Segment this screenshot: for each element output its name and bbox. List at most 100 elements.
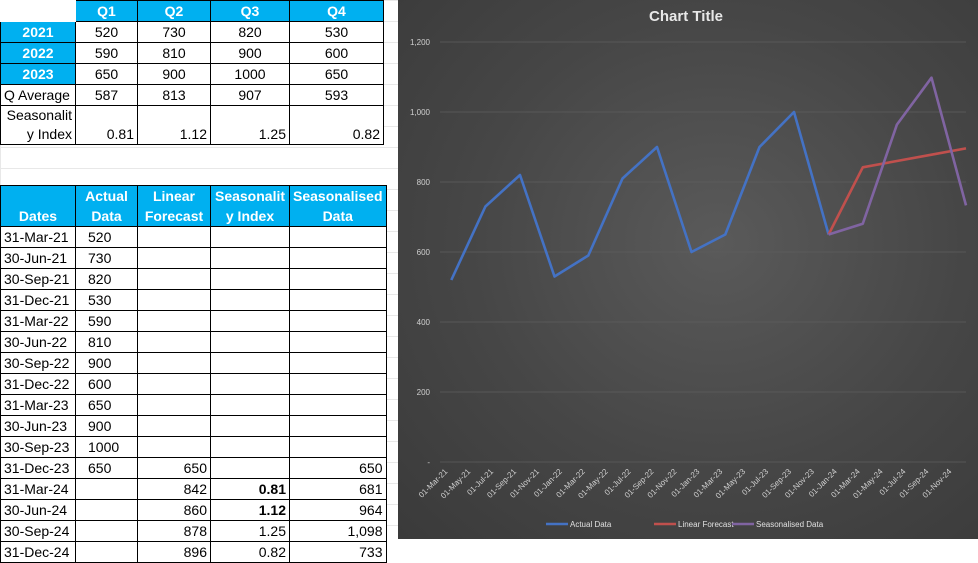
date-cell[interactable]: 30-Jun-21: [0, 247, 76, 269]
date-cell[interactable]: 30-Jun-23: [0, 415, 76, 437]
value-cell[interactable]: 900: [75, 352, 138, 374]
value-cell[interactable]: 1.25: [210, 520, 290, 542]
summary-cell[interactable]: 810: [137, 42, 211, 64]
year-label[interactable]: 2021: [0, 21, 76, 43]
value-cell[interactable]: 590: [75, 310, 138, 332]
value-cell[interactable]: 520: [75, 226, 138, 248]
value-cell[interactable]: [210, 268, 290, 290]
forecast-header-cell[interactable]: Dates: [0, 185, 76, 227]
date-cell[interactable]: 31-Mar-23: [0, 394, 76, 416]
quarter-header-q3[interactable]: Q3: [210, 0, 290, 22]
series-line-linear-forecast[interactable]: [827, 147, 967, 236]
date-cell[interactable]: 30-Sep-24: [0, 520, 76, 542]
value-cell[interactable]: [137, 352, 211, 374]
summary-cell[interactable]: 0.82: [289, 105, 384, 145]
date-cell[interactable]: 31-Mar-22: [0, 310, 76, 332]
row-label[interactable]: Seasonalit y Index: [0, 105, 76, 145]
value-cell[interactable]: [137, 331, 211, 353]
value-cell[interactable]: 530: [75, 289, 138, 311]
value-cell[interactable]: 878: [137, 520, 211, 542]
summary-cell[interactable]: 650: [289, 63, 384, 85]
summary-cell[interactable]: 590: [75, 42, 138, 64]
date-cell[interactable]: 31-Mar-21: [0, 226, 76, 248]
value-cell[interactable]: [75, 499, 138, 521]
value-cell[interactable]: [137, 373, 211, 395]
value-cell[interactable]: [137, 436, 211, 458]
value-cell[interactable]: 733: [289, 541, 387, 563]
value-cell[interactable]: [210, 247, 290, 269]
value-cell[interactable]: [289, 436, 387, 458]
summary-cell[interactable]: 530: [289, 21, 384, 43]
value-cell[interactable]: 650: [75, 394, 138, 416]
value-cell[interactable]: [210, 331, 290, 353]
value-cell[interactable]: [289, 373, 387, 395]
quarter-header-q1[interactable]: Q1: [75, 0, 138, 22]
year-label[interactable]: 2022: [0, 42, 76, 64]
legend-label[interactable]: Actual Data: [570, 520, 612, 529]
legend-label[interactable]: Linear Forecast: [678, 520, 734, 529]
date-cell[interactable]: 31-Dec-24: [0, 541, 76, 563]
value-cell[interactable]: 1.12: [210, 499, 290, 521]
summary-cell[interactable]: 900: [137, 63, 211, 85]
value-cell[interactable]: [289, 331, 387, 353]
value-cell[interactable]: [210, 226, 290, 248]
value-cell[interactable]: 650: [289, 457, 387, 479]
value-cell[interactable]: [210, 394, 290, 416]
quarter-header-q2[interactable]: Q2: [137, 0, 211, 22]
value-cell[interactable]: [289, 415, 387, 437]
date-cell[interactable]: 30-Jun-22: [0, 331, 76, 353]
summary-cell[interactable]: 650: [75, 63, 138, 85]
quarter-header-q4[interactable]: Q4: [289, 0, 384, 22]
value-cell[interactable]: 0.81: [210, 478, 290, 500]
date-cell[interactable]: 31-Mar-24: [0, 478, 76, 500]
summary-cell[interactable]: 900: [210, 42, 290, 64]
forecast-header-cell[interactable]: Seasonalised Data: [289, 185, 387, 227]
value-cell[interactable]: [210, 373, 290, 395]
value-cell[interactable]: [289, 352, 387, 374]
value-cell[interactable]: 900: [75, 415, 138, 437]
value-cell[interactable]: [137, 415, 211, 437]
value-cell[interactable]: [289, 394, 387, 416]
value-cell[interactable]: 681: [289, 478, 387, 500]
row-label[interactable]: Q Average: [0, 84, 76, 106]
value-cell[interactable]: 842: [137, 478, 211, 500]
value-cell[interactable]: [210, 352, 290, 374]
value-cell[interactable]: [289, 268, 387, 290]
value-cell[interactable]: [137, 268, 211, 290]
series-line-seasonalised-data[interactable]: [828, 76, 968, 236]
corner-cell[interactable]: [0, 0, 76, 22]
value-cell[interactable]: 650: [137, 457, 211, 479]
summary-cell[interactable]: 1000: [210, 63, 290, 85]
chart-title[interactable]: Chart Title: [649, 8, 723, 25]
value-cell[interactable]: [75, 478, 138, 500]
value-cell[interactable]: [137, 226, 211, 248]
date-cell[interactable]: 30-Sep-23: [0, 436, 76, 458]
value-cell[interactable]: 810: [75, 331, 138, 353]
summary-cell[interactable]: 587: [75, 84, 138, 106]
value-cell[interactable]: [210, 436, 290, 458]
date-cell[interactable]: 30-Jun-24: [0, 499, 76, 521]
date-cell[interactable]: 31-Dec-21: [0, 289, 76, 311]
date-cell[interactable]: 31-Dec-23: [0, 457, 76, 479]
value-cell[interactable]: 896: [137, 541, 211, 563]
value-cell[interactable]: 650: [75, 457, 138, 479]
forecast-header-cell[interactable]: Linear Forecast: [137, 185, 211, 227]
forecast-header-cell[interactable]: Seasonalit y Index: [210, 185, 290, 227]
summary-cell[interactable]: 593: [289, 84, 384, 106]
date-cell[interactable]: 31-Dec-22: [0, 373, 76, 395]
value-cell[interactable]: [210, 415, 290, 437]
value-cell[interactable]: 0.82: [210, 541, 290, 563]
line-chart-panel[interactable]: Chart Title - 200 400 600 800 1,000 1,200 01-M…: [398, 0, 978, 539]
value-cell[interactable]: 820: [75, 268, 138, 290]
value-cell[interactable]: 1,098: [289, 520, 387, 542]
value-cell[interactable]: [289, 310, 387, 332]
value-cell[interactable]: [137, 310, 211, 332]
summary-cell[interactable]: 520: [75, 21, 138, 43]
value-cell[interactable]: [210, 457, 290, 479]
summary-cell[interactable]: 813: [137, 84, 211, 106]
date-cell[interactable]: 30-Sep-21: [0, 268, 76, 290]
value-cell[interactable]: 860: [137, 499, 211, 521]
value-cell[interactable]: [289, 289, 387, 311]
value-cell[interactable]: [289, 247, 387, 269]
value-cell[interactable]: [210, 310, 290, 332]
